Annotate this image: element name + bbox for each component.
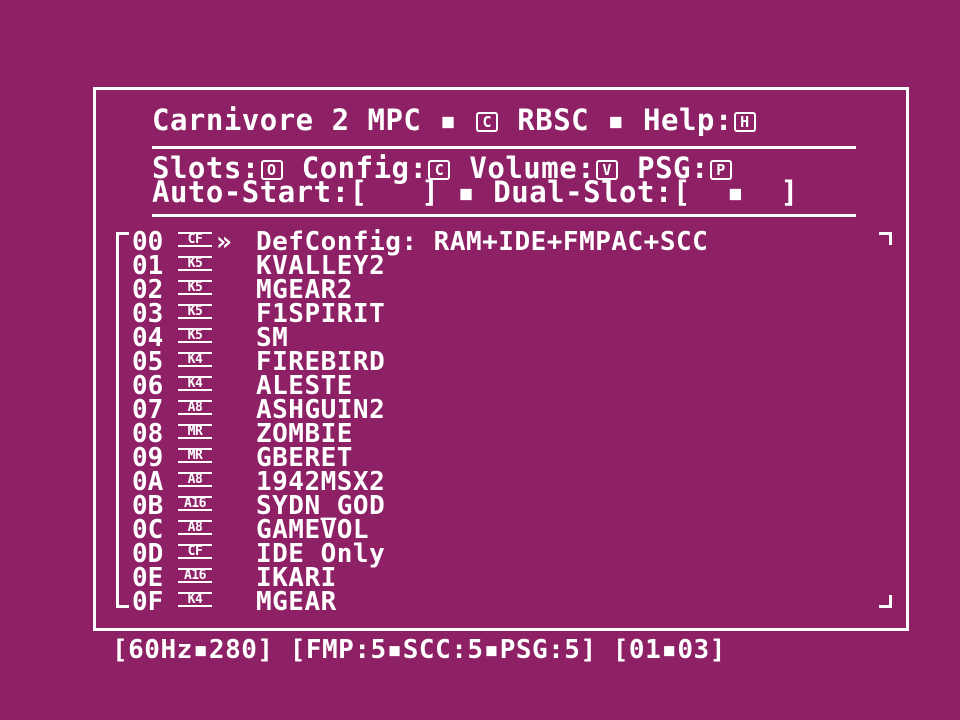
mapper-type-badge: K5	[178, 280, 212, 295]
mapper-type-badge: K5	[178, 304, 212, 319]
author-label: RBSC	[517, 103, 590, 137]
list-item[interactable]: 0D CF IDE Only	[132, 541, 892, 567]
list-item[interactable]: 09 MR GBERET	[132, 445, 892, 471]
entry-index: 0F	[132, 587, 164, 617]
mapper-type-badge: MR	[178, 424, 212, 439]
header-bar: Carnivore 2 MPC ▪ C RBSC ▪ Help: H	[152, 106, 757, 135]
list-item[interactable]: 02 K5 MGEAR2	[132, 277, 892, 303]
separator-dot: ▪	[607, 103, 626, 137]
mapper-type-badge: A16	[178, 496, 212, 511]
mapper-type-badge: K4	[178, 352, 212, 367]
mapper-type-badge: A8	[178, 520, 212, 535]
mapper-type-badge: K5	[178, 328, 212, 343]
separator-dot: ▪	[457, 175, 476, 209]
dualslot-label: Dual-Slot:	[493, 175, 673, 209]
list-item[interactable]: 0A A8 1942MSX2	[132, 469, 892, 495]
list-item[interactable]: 03 K5 F1SPIRIT	[132, 301, 892, 327]
mapper-type-badge: A8	[178, 400, 212, 415]
selection-arrow-icon: »	[216, 227, 232, 257]
list-item[interactable]: 06 K4 ALESTE	[132, 373, 892, 399]
list-item[interactable]: 07 A8 ASHGUIN2	[132, 397, 892, 423]
mapper-type-badge: CF	[178, 232, 212, 247]
list-item[interactable]: 05 K4 FIREBIRD	[132, 349, 892, 375]
dualslot-toggle[interactable]: [ ▪ ]	[673, 175, 799, 209]
mapper-type-badge: A8	[178, 472, 212, 487]
mapper-type-badge: K5	[178, 256, 212, 271]
autostart-toggle[interactable]: [ ]	[350, 175, 440, 209]
separator-dot: ▪	[439, 103, 458, 137]
autostart-label: Auto-Start:	[152, 175, 350, 209]
copyright-key-icon[interactable]: C	[476, 112, 499, 132]
mapper-type-badge: A16	[178, 568, 212, 583]
list-item-selected[interactable]: 00 CF » DefConfig: RAM+IDE+FMPAC+SCC	[132, 227, 892, 257]
status-bar: [60Hz▪280] [FMP:5▪SCC:5▪PSG:5] [01▪03]	[112, 635, 726, 665]
volume-status: [FMP:5▪SCC:5▪PSG:5]	[289, 635, 597, 665]
header-divider	[152, 146, 856, 149]
app-title: Carnivore 2 MPC	[152, 103, 422, 137]
mapper-type-badge: MR	[178, 448, 212, 463]
list-item[interactable]: 08 MR ZOMBIE	[132, 421, 892, 447]
entry-name: MGEAR	[256, 587, 337, 617]
list-item[interactable]: 0E A16 IKARI	[132, 565, 892, 591]
options-line-2: Auto-Start:[ ] ▪ Dual-Slot:[ ▪ ]	[152, 178, 799, 207]
list-item[interactable]: 0B A16 SYDN_GOD	[132, 493, 892, 519]
mapper-type-badge: CF	[178, 544, 212, 559]
list-item[interactable]: 01 K5 KVALLEY2	[132, 253, 892, 279]
help-key-icon[interactable]: H	[733, 112, 756, 132]
mapper-type-badge: K4	[178, 376, 212, 391]
list-item[interactable]: 0F K4 MGEAR	[132, 587, 892, 617]
list-item[interactable]: 04 K5 SM	[132, 325, 892, 351]
frame-left-edge	[116, 242, 119, 598]
mapper-type-badge: K4	[178, 592, 212, 607]
options-divider	[152, 214, 856, 217]
help-label: Help:	[643, 103, 733, 137]
page-indicator: [01▪03]	[612, 635, 726, 665]
list-item[interactable]: 0C A8 GAMEVOL	[132, 517, 892, 543]
video-status: [60Hz▪280]	[112, 635, 274, 665]
